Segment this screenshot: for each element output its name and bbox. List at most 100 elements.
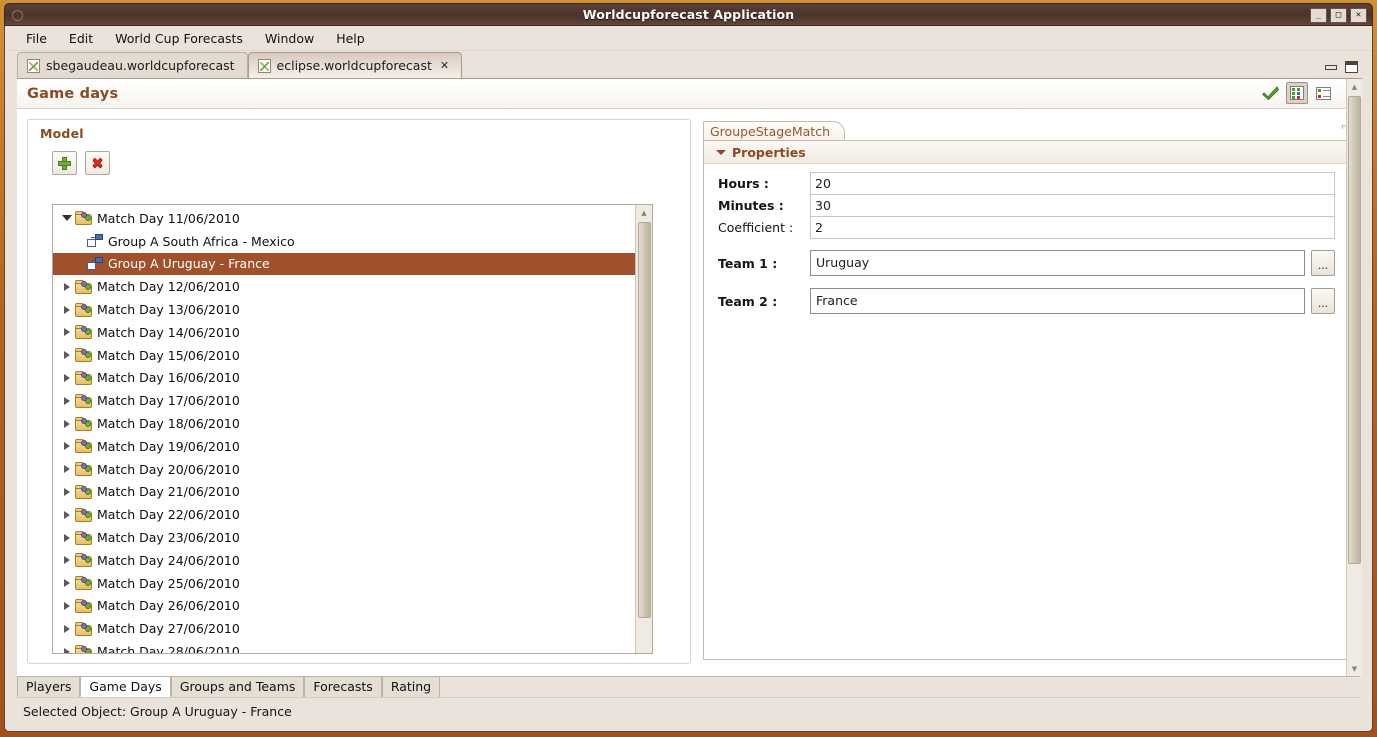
tree-row[interactable]: Match Day 24/06/2010 — [53, 549, 635, 572]
property-input[interactable]: 30 — [810, 194, 1335, 217]
add-plus-icon[interactable] — [52, 151, 77, 175]
view-tab-forecasts[interactable]: Forecasts — [304, 676, 382, 697]
tree-row[interactable]: Match Day 26/06/2010 — [53, 595, 635, 618]
expand-toggle-icon[interactable] — [59, 533, 75, 542]
tree-row[interactable]: Match Day 27/06/2010 — [53, 617, 635, 640]
property-input[interactable]: 20 — [810, 172, 1335, 195]
folder-match-day-icon — [75, 393, 92, 408]
browse-button[interactable]: ... — [1311, 288, 1335, 314]
property-input[interactable]: Uruguay — [810, 250, 1305, 276]
expand-toggle-icon[interactable] — [59, 465, 75, 474]
view-tab-game-days[interactable]: Game Days — [80, 676, 171, 697]
expand-toggle-icon[interactable] — [59, 328, 75, 337]
delete-cross-icon[interactable]: ✖ — [85, 151, 110, 175]
folder-match-day-icon — [75, 621, 92, 636]
menu-world-cup-forecasts[interactable]: World Cup Forecasts — [104, 28, 254, 49]
tree-row[interactable]: Match Day 20/06/2010 — [53, 458, 635, 481]
tree-row-label: Match Day 27/06/2010 — [97, 621, 240, 637]
expand-toggle-icon[interactable] — [59, 510, 75, 519]
minimize-view-icon[interactable] — [1325, 64, 1337, 70]
list-layout-icon[interactable] — [1312, 82, 1334, 104]
expand-toggle-icon[interactable] — [59, 556, 75, 565]
expand-toggle-icon[interactable] — [59, 647, 75, 653]
scroll-up-icon[interactable]: ▲ — [1347, 79, 1362, 95]
model-tree[interactable]: Match Day 11/06/2010 Group A South Africa… — [53, 205, 635, 653]
tree-row[interactable]: Match Day 25/06/2010 — [53, 572, 635, 595]
tree-row-label: Match Day 22/06/2010 — [97, 507, 240, 523]
tree-row[interactable]: Match Day 21/06/2010 — [53, 481, 635, 504]
expand-toggle-icon[interactable] — [59, 351, 75, 360]
tree-scrollbar[interactable]: ▲ — [635, 205, 652, 653]
close-window-button[interactable]: ✕ — [1350, 8, 1367, 23]
expand-toggle-icon[interactable] — [59, 601, 75, 610]
tree-row[interactable]: Match Day 16/06/2010 — [53, 367, 635, 390]
menu-window[interactable]: Window — [254, 28, 325, 49]
properties-section-header[interactable]: Properties — [704, 141, 1351, 164]
tree-row[interactable]: Match Day 18/06/2010 — [53, 412, 635, 435]
properties-form: Hours : 20 Minutes : 30 Coefficient : 2 Team 1… — [704, 164, 1351, 314]
property-row: Coefficient : 2 — [718, 216, 1335, 239]
scroll-up-icon[interactable]: ▲ — [637, 205, 652, 221]
editor-tab-eclipse[interactable]: eclipse.worldcupforecast ✕ — [247, 52, 463, 78]
chevron-down-icon[interactable] — [716, 149, 726, 155]
tree-row[interactable]: Match Day 15/06/2010 — [53, 344, 635, 367]
property-label: Coefficient : — [718, 219, 794, 235]
expand-toggle-icon[interactable] — [59, 305, 75, 314]
expand-toggle-icon[interactable] — [59, 215, 75, 222]
property-row: Team 2 : France... — [718, 288, 1335, 314]
tree-row[interactable]: Match Day 17/06/2010 — [53, 389, 635, 412]
scroll-thumb[interactable] — [1348, 96, 1361, 564]
tree-row-label: Match Day 23/06/2010 — [97, 530, 240, 546]
tree-row[interactable]: Match Day 11/06/2010 — [53, 207, 635, 230]
tree-row[interactable]: Match Day 22/06/2010 — [53, 503, 635, 526]
tree-row[interactable]: Group A Uruguay - France — [53, 252, 635, 276]
scroll-track[interactable] — [638, 619, 651, 653]
tree-row-label: Match Day 19/06/2010 — [97, 438, 240, 454]
editor-tab-label: eclipse.worldcupforecast — [276, 58, 432, 73]
editor-tab-sbegaudeau[interactable]: sbegaudeau.worldcupforecast — [17, 52, 248, 78]
view-tab-rating[interactable]: Rating — [381, 676, 441, 697]
expand-toggle-icon[interactable] — [59, 579, 75, 588]
expand-toggle-icon[interactable] — [59, 624, 75, 633]
tab-groupe-stage-match[interactable]: GroupeStageMatch — [703, 121, 846, 141]
tree-row-label: Group A South Africa - Mexico — [108, 233, 295, 249]
close-icon[interactable]: ✕ — [440, 60, 449, 71]
validate-check-icon[interactable] — [1260, 82, 1282, 104]
expand-toggle-icon[interactable] — [59, 442, 75, 451]
property-input[interactable]: France — [810, 288, 1305, 314]
menu-bar: File Edit World Cup Forecasts Window Hel… — [5, 26, 1372, 51]
tree-row[interactable]: Match Day 19/06/2010 — [53, 435, 635, 458]
maximize-window-button[interactable]: □ — [1330, 8, 1347, 23]
status-bar: Selected Object: Group A Uruguay - Franc… — [17, 697, 1360, 725]
folder-match-day-icon — [75, 462, 92, 477]
menu-edit[interactable]: Edit — [58, 28, 104, 49]
tree-row[interactable]: Match Day 28/06/2010 — [53, 640, 635, 653]
view-tab-players[interactable]: Players — [17, 676, 81, 697]
minimize-window-button[interactable]: _ — [1310, 8, 1327, 23]
expand-toggle-icon[interactable] — [59, 282, 75, 291]
menu-file[interactable]: File — [15, 28, 58, 49]
tree-row[interactable]: Match Day 12/06/2010 — [53, 275, 635, 298]
editor-scrollbar[interactable]: ▲ ▼ — [1346, 79, 1362, 677]
tree-row-label: Match Day 26/06/2010 — [97, 598, 240, 614]
browse-button[interactable]: ... — [1311, 250, 1335, 276]
menu-help[interactable]: Help — [325, 28, 376, 49]
tree-row[interactable]: Match Day 13/06/2010 — [53, 298, 635, 321]
expand-toggle-icon[interactable] — [59, 487, 75, 496]
folder-match-day-icon — [75, 576, 92, 591]
expand-toggle-icon[interactable] — [59, 373, 75, 382]
tree-row[interactable]: Group A South Africa - Mexico — [53, 230, 635, 253]
window-menu-orb[interactable] — [12, 10, 23, 21]
scroll-thumb[interactable] — [637, 222, 651, 618]
property-input[interactable]: 2 — [810, 216, 1335, 239]
maximize-view-icon[interactable] — [1345, 61, 1358, 73]
properties-body: Properties Hours :20 Minutes :30 Coefficie… — [703, 140, 1352, 660]
tree-row[interactable]: Match Day 23/06/2010 — [53, 526, 635, 549]
scroll-down-icon[interactable]: ▼ — [1347, 661, 1362, 677]
expand-toggle-icon[interactable] — [59, 419, 75, 428]
scroll-track[interactable] — [1348, 565, 1361, 661]
grid-layout-icon[interactable] — [1286, 82, 1308, 104]
expand-toggle-icon[interactable] — [59, 396, 75, 405]
tree-row[interactable]: Match Day 14/06/2010 — [53, 321, 635, 344]
view-tab-groups-and-teams[interactable]: Groups and Teams — [170, 676, 305, 697]
